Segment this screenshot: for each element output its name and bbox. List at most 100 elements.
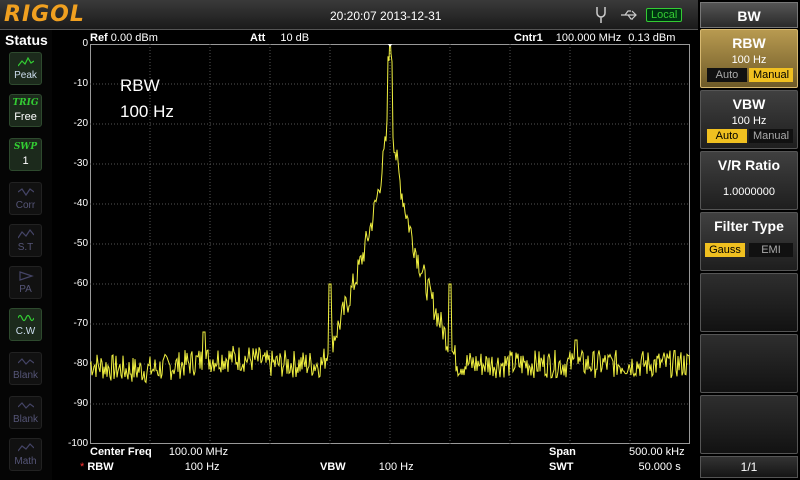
marker-label: Cntr1 bbox=[514, 32, 543, 44]
pa-label: PA bbox=[19, 284, 32, 295]
trig-value: Free bbox=[14, 111, 37, 123]
vbw-auto-option[interactable]: Auto bbox=[707, 129, 747, 143]
blank2-status-button[interactable]: Blank bbox=[9, 396, 42, 429]
blank1-icon bbox=[18, 358, 34, 365]
spectrum-trace bbox=[90, 44, 690, 384]
filter-type-softkey[interactable]: Filter Type Gauss EMI bbox=[700, 212, 798, 271]
st-icon bbox=[18, 229, 34, 239]
st-label: S.T bbox=[17, 242, 34, 253]
rbw-softkey[interactable]: RBW 100 Hz Auto Manual bbox=[700, 29, 798, 88]
peak-icon bbox=[18, 57, 34, 67]
att-label: Att bbox=[250, 32, 266, 44]
pa-status-button[interactable]: PA bbox=[9, 266, 42, 299]
y-tick-label: -20 bbox=[73, 118, 88, 129]
math-label: Math bbox=[14, 456, 37, 467]
blank1-status-button[interactable]: Blank bbox=[9, 352, 42, 385]
y-tick-label: -100 bbox=[67, 438, 88, 449]
rbw-info: * RBW 100 Hz bbox=[80, 461, 220, 473]
overlay-rbw-value: 100 Hz bbox=[120, 102, 174, 121]
pa-icon bbox=[19, 271, 34, 281]
vbw-label: VBW bbox=[320, 461, 346, 473]
corr-icon bbox=[18, 188, 34, 197]
y-tick-label: -10 bbox=[73, 78, 88, 89]
blank2-label: Blank bbox=[12, 414, 38, 425]
corr-label: Corr bbox=[15, 200, 36, 211]
empty-softkey-2[interactable] bbox=[700, 334, 798, 393]
span-label: Span bbox=[549, 446, 576, 458]
trig-status-button[interactable]: TRIG Free bbox=[9, 94, 42, 127]
swp-status-button[interactable]: SWP 1 bbox=[9, 138, 42, 171]
center-freq-value: 100.00 MHz bbox=[168, 446, 229, 458]
rbw-softkey-label: RBW bbox=[732, 35, 766, 51]
peak-status-button[interactable]: Peak bbox=[9, 52, 42, 85]
usb-icon bbox=[621, 10, 637, 20]
swp-label: SWP bbox=[13, 142, 38, 152]
probe-icon bbox=[596, 7, 606, 23]
math-status-button[interactable]: Math bbox=[9, 438, 42, 471]
att-value: 10 dB bbox=[280, 32, 310, 44]
filter-emi-option[interactable]: EMI bbox=[749, 243, 793, 257]
title-bar: RIGOL 20:20:07 2013-12-31 Local bbox=[0, 0, 698, 30]
span-value: 500.00 kHz bbox=[628, 446, 685, 458]
marker-frequency: 100.000 MHz bbox=[555, 32, 622, 44]
attenuation: Att 10 dB bbox=[250, 32, 309, 44]
ref-label: Ref bbox=[90, 32, 108, 44]
menu-title: BW bbox=[700, 2, 798, 28]
y-tick-label: -50 bbox=[73, 238, 88, 249]
y-tick-label: -60 bbox=[73, 278, 88, 289]
empty-softkey-1[interactable] bbox=[700, 273, 798, 332]
swt-info: SWT 50.000 s bbox=[549, 461, 681, 473]
y-tick-label: 0 bbox=[82, 38, 88, 49]
peak-label: Peak bbox=[14, 70, 37, 81]
vbw-softkey-label: VBW bbox=[732, 96, 766, 112]
center-freq-label: Center Freq bbox=[90, 446, 152, 458]
rbw-label: RBW bbox=[87, 461, 114, 473]
blank2-icon bbox=[18, 402, 34, 409]
soft-key-menu: BW RBW 100 Hz Auto Manual VBW 100 Hz Aut… bbox=[698, 0, 800, 480]
overlay-rbw-label: RBW bbox=[120, 76, 160, 95]
vbw-softkey[interactable]: VBW 100 Hz Auto Manual bbox=[700, 90, 798, 149]
center-freq-info: Center Freq 100.00 MHz bbox=[90, 446, 228, 458]
y-tick-label: -70 bbox=[73, 318, 88, 329]
cw-status-button[interactable]: C.W bbox=[9, 308, 42, 341]
vbw-value: 100 Hz bbox=[378, 461, 414, 473]
rigol-logo: RIGOL bbox=[4, 2, 85, 27]
vr-ratio-value: 1.0000000 bbox=[723, 186, 775, 198]
marker-level: 0.13 dBm bbox=[628, 32, 676, 44]
spectrum-graticule[interactable] bbox=[90, 44, 690, 444]
datetime: 20:20:07 2013-12-31 bbox=[330, 9, 442, 23]
vbw-info: VBW 100 Hz bbox=[320, 461, 414, 473]
corr-status-button[interactable]: Corr bbox=[9, 182, 42, 215]
vbw-softkey-value: 100 Hz bbox=[731, 115, 767, 127]
local-status-badge: Local bbox=[646, 8, 683, 22]
rbw-manual-option[interactable]: Manual bbox=[749, 68, 793, 82]
rbw-auto-option[interactable]: Auto bbox=[707, 68, 747, 82]
status-title: Status bbox=[5, 32, 48, 48]
ref-value: 0.00 dBm bbox=[110, 32, 158, 44]
vbw-manual-option[interactable]: Manual bbox=[749, 129, 793, 143]
vr-ratio-label: V/R Ratio bbox=[717, 157, 781, 173]
rbw-softkey-value: 100 Hz bbox=[731, 54, 767, 66]
ref-level: Ref 0.00 dBm bbox=[90, 32, 158, 44]
swt-value: 50.000 s bbox=[638, 461, 681, 473]
status-panel: Status Peak TRIG Free SWP 1 Corr S.T PA … bbox=[0, 30, 52, 480]
rbw-value: 100 Hz bbox=[184, 461, 220, 473]
empty-softkey-3[interactable] bbox=[700, 395, 798, 454]
swt-label: SWT bbox=[549, 461, 574, 473]
y-tick-label: -30 bbox=[73, 158, 88, 169]
swp-value: 1 bbox=[22, 155, 29, 167]
spectrum-display: Ref 0.00 dBm Att 10 dB Cntr1 100.000 MHz… bbox=[52, 30, 698, 480]
cw-icon bbox=[18, 314, 34, 322]
y-tick-label: -40 bbox=[73, 198, 88, 209]
y-tick-label: -90 bbox=[73, 398, 88, 409]
trig-label: TRIG bbox=[12, 98, 39, 108]
cw-label: C.W bbox=[15, 326, 36, 337]
filter-type-label: Filter Type bbox=[714, 218, 784, 234]
marker-readout: Cntr1 100.000 MHz 0.13 dBm bbox=[514, 32, 675, 44]
menu-page-indicator: 1/1 bbox=[700, 456, 798, 478]
vr-ratio-softkey[interactable]: V/R Ratio 1.0000000 bbox=[700, 151, 798, 210]
st-status-button[interactable]: S.T bbox=[9, 224, 42, 257]
blank1-label: Blank bbox=[12, 370, 38, 381]
filter-gauss-option[interactable]: Gauss bbox=[705, 243, 745, 257]
span-info: Span 500.00 kHz bbox=[549, 446, 685, 458]
